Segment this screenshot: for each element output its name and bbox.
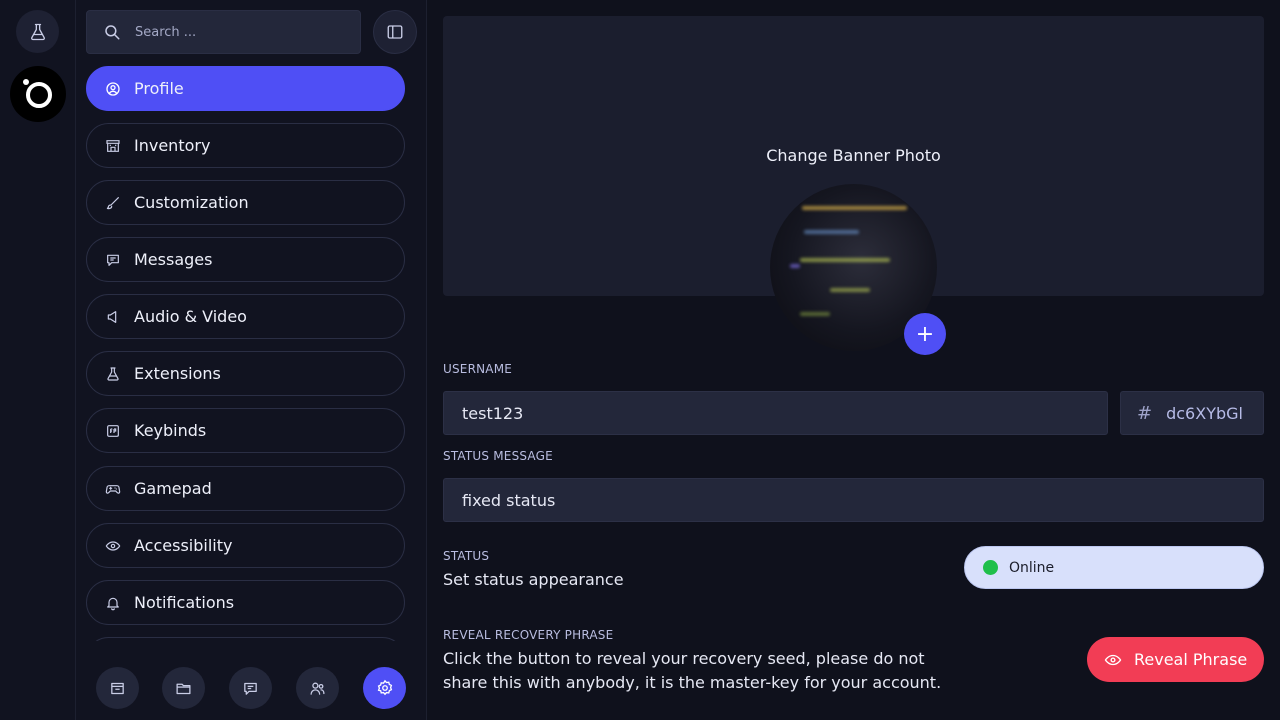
bottom-toolbar [86,667,406,709]
recovery-phrase-label: REVEAL RECOVERY PHRASE [443,628,614,642]
sidebar-item-label: Accessibility [134,536,233,555]
status-message-value: fixed status [462,490,556,510]
username-field[interactable]: test123 [443,391,1108,435]
sidebar-item-customization[interactable]: Customization [86,180,405,225]
search-icon [103,23,121,41]
sidebar-item-label: Gamepad [134,479,212,498]
sidebar-item-label: Keybinds [134,421,207,440]
user-id-value: dc6XYbGl [1166,403,1243,423]
status-description: Set status appearance [443,570,624,589]
hash-icon: # [1137,402,1153,424]
online-dot-icon [983,560,998,575]
folder-icon [175,680,192,697]
message-icon [104,251,122,269]
sidebar-item-gamepad[interactable]: Gamepad [86,466,405,511]
sidebar-item-label: Messages [134,250,213,269]
user-id-field[interactable]: # dc6XYbGl [1120,391,1264,435]
inbox-icon [109,680,126,697]
bell-icon [104,594,122,612]
settings-button[interactable] [363,667,406,709]
status-select[interactable]: Online [964,546,1264,589]
username-label: USERNAME [443,362,513,376]
eye-icon [1104,651,1122,669]
chats-button[interactable] [229,667,272,709]
flask-icon [104,365,122,383]
sidebar-item-label: Audio & Video [134,307,247,326]
recovery-phrase-description: Click the button to reveal your recovery… [443,649,942,692]
extensions-shortcut-button[interactable] [16,10,59,53]
speaker-icon [104,308,122,326]
sidebar-item-messages[interactable]: Messages [86,237,405,282]
sidebar-item-label: Customization [134,193,249,212]
settings-sidebar: Profile Inventory Customization Messages [76,0,427,720]
files-button[interactable] [162,667,205,709]
status-message-field[interactable]: fixed status [443,478,1264,522]
status-select-value: Online [1009,559,1055,576]
sidebar-item-more[interactable] [86,637,405,641]
sidebar-item-label: Inventory [134,136,211,155]
settings-icon [376,679,394,697]
settings-nav: Profile Inventory Customization Messages [86,66,405,641]
reveal-phrase-label: Reveal Phrase [1134,650,1248,669]
flask-icon [28,22,48,42]
brush-icon [104,194,122,212]
eye-icon [104,537,122,555]
store-icon [104,137,122,155]
profile-settings: Change Banner Photo + USERNAME test123 #… [443,0,1264,720]
status-label: STATUS [443,549,490,563]
sidebar-item-extensions[interactable]: Extensions [86,351,405,396]
change-banner-label: Change Banner Photo [766,146,941,165]
sidebar-item-notifications[interactable]: Notifications [86,580,405,625]
app: Profile Inventory Customization Messages [0,0,1280,720]
add-avatar-button[interactable]: + [904,313,946,355]
sidebar-toggle-icon [386,23,404,41]
inbox-button[interactable] [96,667,139,709]
sidebar-item-label: Extensions [134,364,221,383]
users-icon [309,680,326,697]
plus-icon: + [915,321,935,347]
left-rail [0,0,76,720]
app-logo-icon [20,76,56,112]
toggle-sidebar-button[interactable] [373,10,417,54]
sidebar-item-label: Notifications [134,593,235,612]
search-box[interactable] [86,10,361,54]
keyboard-icon [104,422,122,440]
friends-button[interactable] [296,667,339,709]
app-logo[interactable] [10,66,66,122]
sidebar-item-accessibility[interactable]: Accessibility [86,523,405,568]
search-input[interactable] [135,24,335,40]
sidebar-item-inventory[interactable]: Inventory [86,123,405,168]
sidebar-item-audio-video[interactable]: Audio & Video [86,294,405,339]
gamepad-icon [104,480,122,498]
user-circle-icon [104,80,122,98]
sidebar-item-profile[interactable]: Profile [86,66,405,111]
sidebar-item-label: Profile [134,79,184,98]
sidebar-item-keybinds[interactable]: Keybinds [86,408,405,453]
status-message-label: STATUS MESSAGE [443,449,553,463]
reveal-phrase-button[interactable]: Reveal Phrase [1087,637,1264,682]
username-value: test123 [462,403,524,423]
chat-icon [242,680,259,697]
